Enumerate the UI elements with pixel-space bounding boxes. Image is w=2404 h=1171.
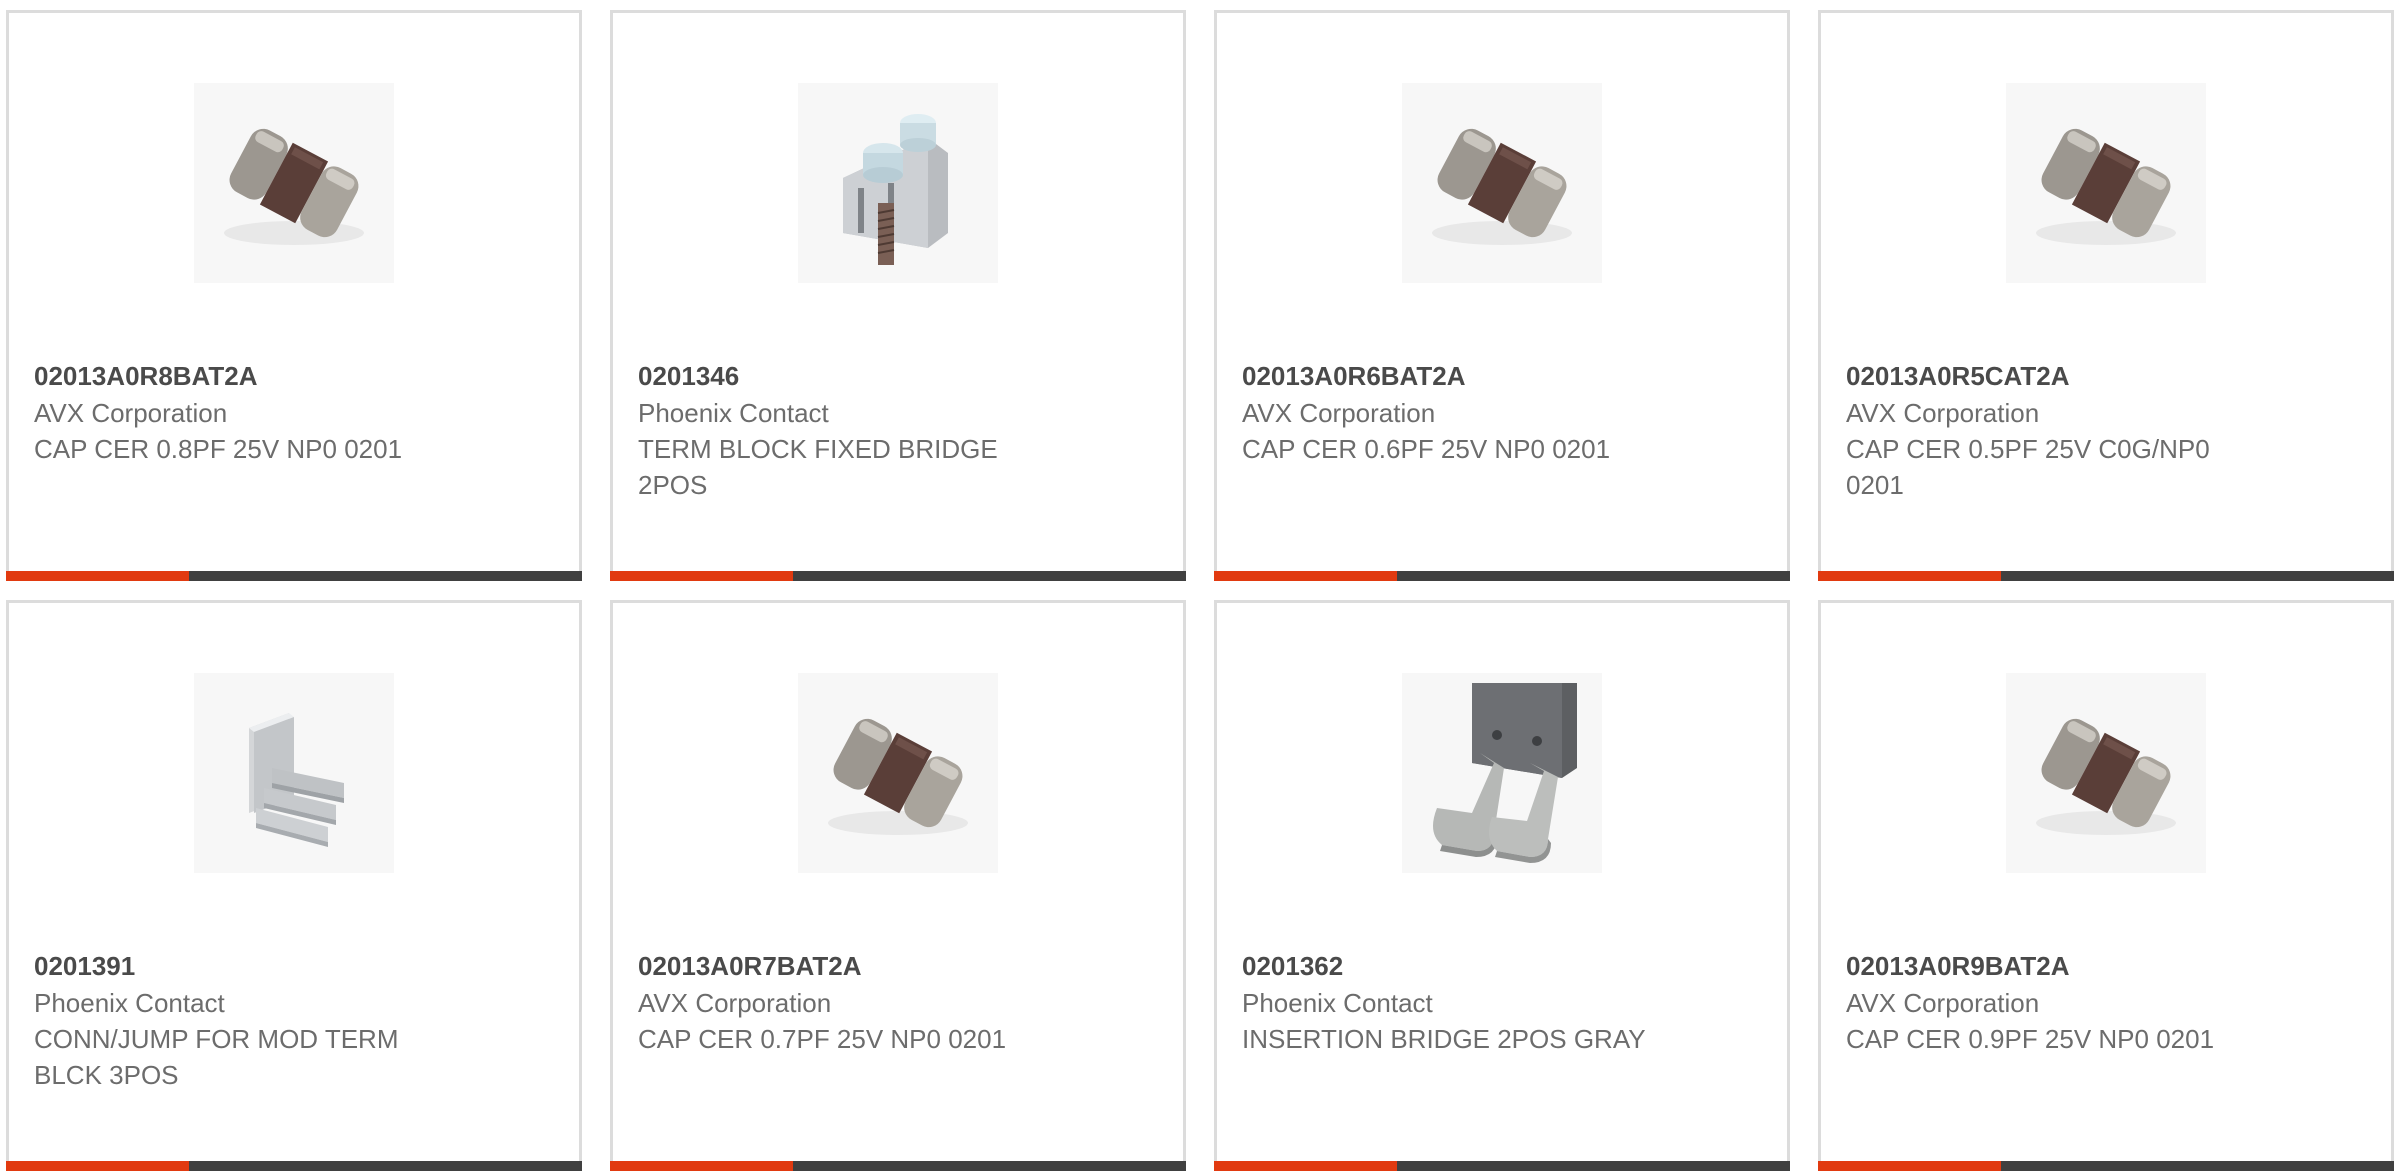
insertion-bridge-image[interactable] bbox=[1402, 673, 1602, 873]
manufacturer: AVX Corporation bbox=[34, 398, 228, 428]
jumper-3pos-image[interactable] bbox=[194, 673, 394, 873]
description: CAP CER 0.7PF 25V NP0 0201 bbox=[638, 1024, 1007, 1054]
product-card[interactable]: 02013A0R6BAT2A AVX Corporation CAP CER 0… bbox=[1214, 10, 1790, 581]
part-number[interactable]: 0201362 bbox=[1242, 948, 1767, 984]
description: CONN/JUMP FOR MOD TERM BLCK 3POS bbox=[34, 1024, 399, 1090]
card-bar-accent bbox=[610, 1161, 793, 1171]
card-bar bbox=[610, 1161, 1186, 1171]
card-bar bbox=[6, 1161, 582, 1171]
card-bar bbox=[1214, 1161, 1790, 1171]
ceramic-capacitor-chip-image[interactable] bbox=[194, 83, 394, 283]
part-number[interactable]: 02013A0R9BAT2A bbox=[1846, 948, 2371, 984]
manufacturer: AVX Corporation bbox=[1242, 398, 1436, 428]
manufacturer: Phoenix Contact bbox=[638, 398, 829, 428]
part-number[interactable]: 0201391 bbox=[34, 948, 559, 984]
part-number[interactable]: 0201346 bbox=[638, 358, 1163, 394]
product-card[interactable]: 02013A0R8BAT2A AVX Corporation CAP CER 0… bbox=[6, 10, 582, 581]
manufacturer: Phoenix Contact bbox=[34, 988, 225, 1018]
ceramic-capacitor-chip-image[interactable] bbox=[2006, 673, 2206, 873]
card-bar bbox=[6, 571, 582, 581]
part-number[interactable]: 02013A0R8BAT2A bbox=[34, 358, 559, 394]
card-bar-accent bbox=[1214, 1161, 1397, 1171]
description: CAP CER 0.6PF 25V NP0 0201 bbox=[1242, 434, 1611, 464]
card-bar-accent bbox=[1214, 571, 1397, 581]
manufacturer: Phoenix Contact bbox=[1242, 988, 1433, 1018]
card-bar-accent bbox=[1818, 1161, 2001, 1171]
product-card[interactable]: 0201391 Phoenix Contact CONN/JUMP FOR MO… bbox=[6, 600, 582, 1171]
part-number[interactable]: 02013A0R7BAT2A bbox=[638, 948, 1163, 984]
card-bar-accent bbox=[6, 571, 189, 581]
product-card[interactable]: 02013A0R7BAT2A AVX Corporation CAP CER 0… bbox=[610, 600, 1186, 1171]
card-bar bbox=[1818, 571, 2394, 581]
product-card[interactable]: 0201362 Phoenix Contact INSERTION BRIDGE… bbox=[1214, 600, 1790, 1171]
product-card[interactable]: 02013A0R9BAT2A AVX Corporation CAP CER 0… bbox=[1818, 600, 2394, 1171]
product-card[interactable]: 02013A0R5CAT2A AVX Corporation CAP CER 0… bbox=[1818, 10, 2394, 581]
description: INSERTION BRIDGE 2POS GRAY bbox=[1242, 1024, 1646, 1054]
card-bar-accent bbox=[1818, 571, 2001, 581]
part-number[interactable]: 02013A0R6BAT2A bbox=[1242, 358, 1767, 394]
card-bar bbox=[1818, 1161, 2394, 1171]
part-number[interactable]: 02013A0R5CAT2A bbox=[1846, 358, 2371, 394]
ceramic-capacitor-chip-image[interactable] bbox=[798, 673, 998, 873]
card-bar-accent bbox=[610, 571, 793, 581]
description: TERM BLOCK FIXED BRIDGE 2POS bbox=[638, 434, 998, 500]
description: CAP CER 0.8PF 25V NP0 0201 bbox=[34, 434, 403, 464]
product-card[interactable]: 0201346 Phoenix Contact TERM BLOCK FIXED… bbox=[610, 10, 1186, 581]
ceramic-capacitor-chip-image[interactable] bbox=[1402, 83, 1602, 283]
description: CAP CER 0.9PF 25V NP0 0201 bbox=[1846, 1024, 2215, 1054]
card-bar-accent bbox=[6, 1161, 189, 1171]
manufacturer: AVX Corporation bbox=[1846, 988, 2040, 1018]
ceramic-capacitor-chip-image[interactable] bbox=[2006, 83, 2206, 283]
product-grid: 02013A0R8BAT2A AVX Corporation CAP CER 0… bbox=[0, 0, 2404, 1171]
terminal-block-bridge-image[interactable] bbox=[798, 83, 998, 283]
card-bar bbox=[1214, 571, 1790, 581]
description: CAP CER 0.5PF 25V C0G/NP0 0201 bbox=[1846, 434, 2210, 500]
manufacturer: AVX Corporation bbox=[1846, 398, 2040, 428]
card-bar bbox=[610, 571, 1186, 581]
manufacturer: AVX Corporation bbox=[638, 988, 832, 1018]
